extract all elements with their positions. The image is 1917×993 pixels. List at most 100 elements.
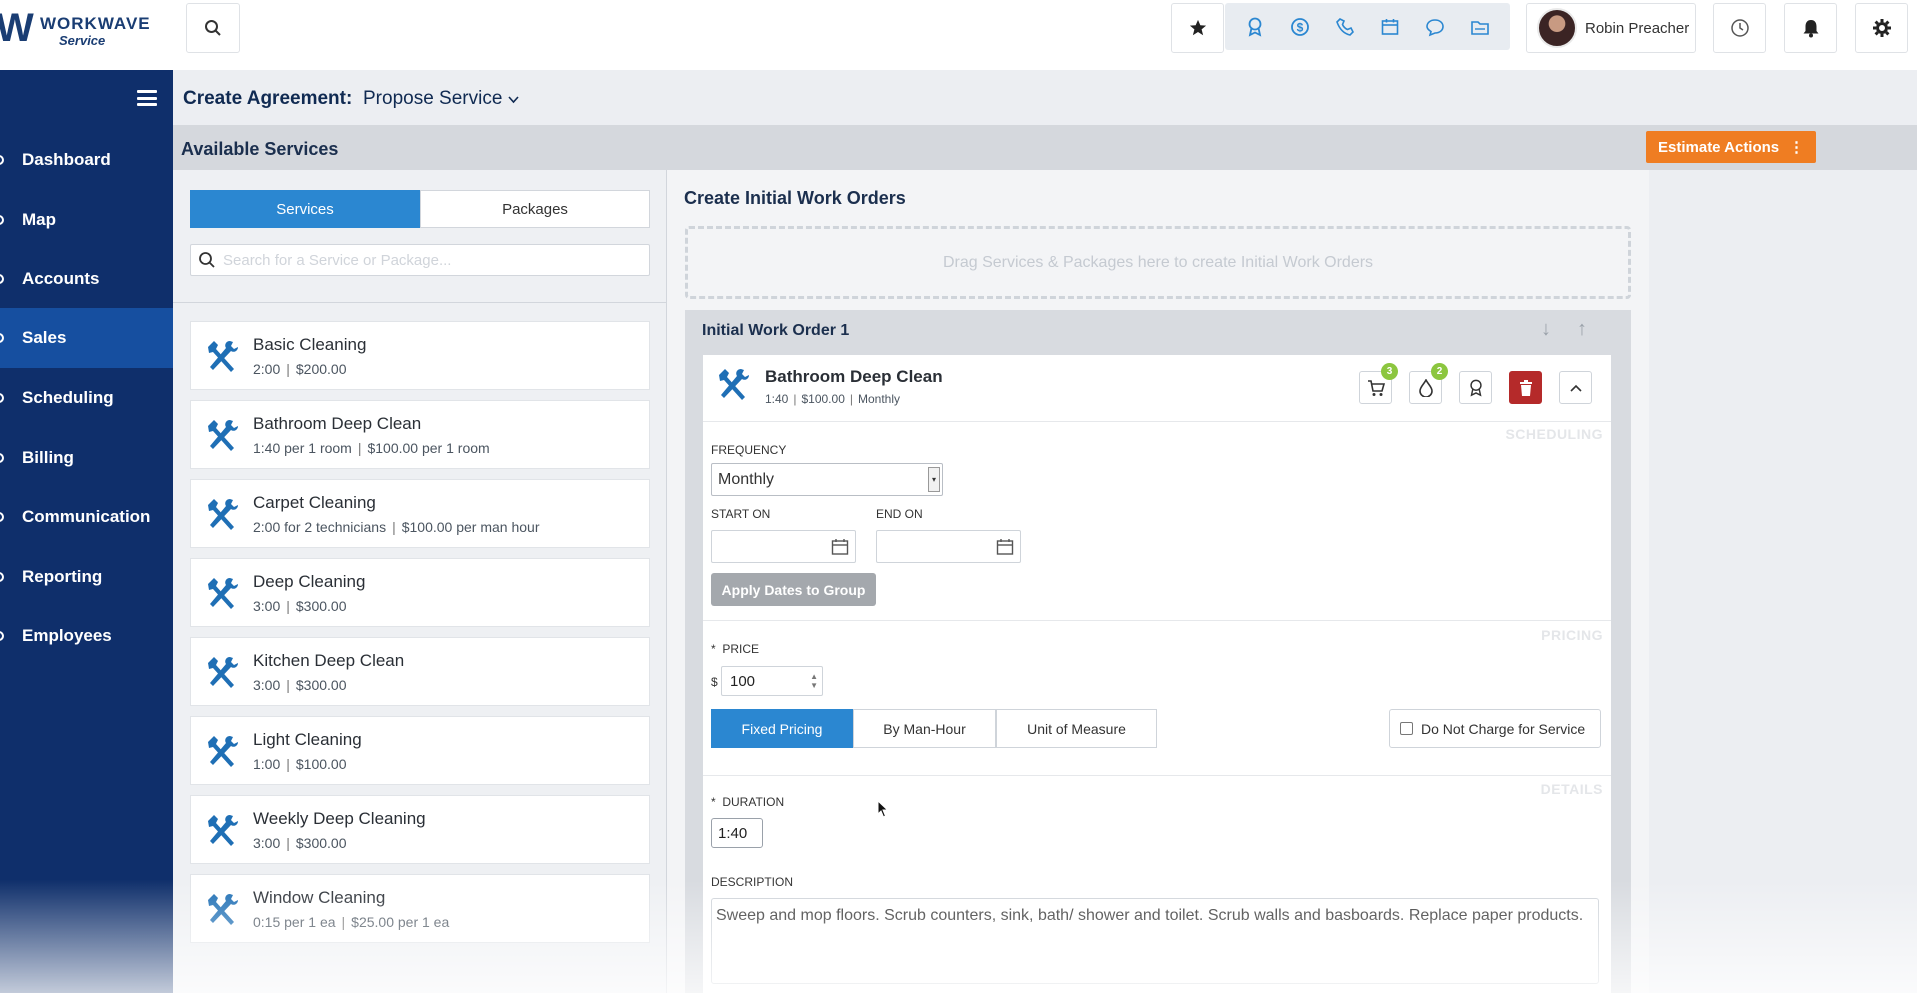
work-order-service-card: Bathroom Deep Clean 1:40 | $100.00 | Monthly… [703,355,1611,993]
tab-packages[interactable]: Packages [420,190,650,228]
divider [703,421,1611,422]
certification-button[interactable] [1459,371,1492,404]
pricing-type-toggle: Fixed Pricing By Man-Hour Unit of Measur… [711,709,1157,748]
available-services-panel: Services Packages Basic Cleaning 2:00|$20… [173,170,666,993]
price-value: 100 [730,673,756,690]
service-search-input[interactable] [223,249,643,271]
folder-icon[interactable] [1468,15,1492,39]
calendar-icon[interactable] [1378,15,1402,39]
reporting-icon [0,572,4,582]
service-meta: 1:40 per 1 room | $100.00 per 1 room [253,440,490,456]
tab-services[interactable]: Services [190,190,420,228]
tools-icon [208,736,238,767]
service-meta: 1:00 | $100.00 [253,756,347,772]
chat-icon[interactable] [1423,15,1447,39]
apply-dates-button[interactable]: Apply Dates to Group [711,573,876,606]
global-search-button[interactable] [186,3,240,53]
sidebar-item-accounts[interactable]: Accounts [0,249,173,309]
sidebar-item-map[interactable]: Map [0,190,173,250]
menu-toggle-icon[interactable] [137,90,157,106]
mouse-cursor-icon [877,800,889,818]
favorites-button[interactable] [1171,3,1224,53]
scheduling-icon [0,393,4,403]
work-order-service-meta: 1:40 | $100.00 | Monthly [765,392,901,406]
collapse-button[interactable] [1559,371,1592,404]
work-order-service-name: Bathroom Deep Clean [765,367,943,386]
divider [703,620,1611,621]
sidebar-item-label: Employees [22,626,112,645]
services-tabs: Services Packages [190,190,650,228]
award-icon[interactable] [1243,15,1267,39]
unit-of-measure-button[interactable]: Unit of Measure [996,709,1157,748]
divider [173,302,666,303]
service-card[interactable]: Bathroom Deep Clean 1:40 per 1 room | $100.… [190,400,650,469]
price-input[interactable]: 100 ▲ ▼ [721,666,823,696]
notifications-button[interactable] [1784,3,1837,53]
sidebar-item-sales[interactable]: Sales [0,308,173,368]
scheduling-section-label: SCHEDULING [1505,426,1603,442]
do-not-charge-checkbox[interactable]: Do Not Charge for Service [1389,709,1601,748]
sidebar-item-employees[interactable]: Employees [0,606,173,666]
calendar-icon [831,539,849,555]
service-card[interactable]: Basic Cleaning 2:00 | $200.00 [190,321,650,390]
end-date-input[interactable] [876,530,1021,563]
sidebar-item-reporting[interactable]: Reporting [0,547,173,607]
history-button[interactable] [1713,3,1766,53]
stepper-icon[interactable]: ▲ ▼ [810,672,818,690]
frequency-label: FREQUENCY [711,443,787,457]
materials-button[interactable]: 3 [1359,363,1398,404]
description-textarea[interactable]: Sweep and mop floors. Scrub counters, si… [711,898,1599,984]
work-orders-title: Create Initial Work Orders [684,188,906,208]
gear-icon [1872,19,1891,37]
chemicals-button[interactable]: 2 [1409,363,1448,404]
tools-icon [208,894,238,925]
more-vertical-icon: ⋮ [1789,139,1804,156]
delete-service-button[interactable] [1509,371,1542,404]
service-card[interactable]: Light Cleaning 1:00 | $100.00 [190,716,650,785]
service-search-field [190,244,650,276]
move-down-icon[interactable]: ↓ [1541,318,1551,341]
start-date-input[interactable] [711,530,856,563]
workwave-logo[interactable]: W WORKWAVE Service [0,6,170,52]
estimate-actions-label: Estimate Actions [1658,138,1780,156]
service-card[interactable]: Window Cleaning 0:15 per 1 ea | $25.00 per … [190,874,650,943]
phone-icon[interactable] [1333,15,1357,39]
sidebar-item-dashboard[interactable]: Dashboard [0,130,173,190]
avatar [1537,8,1577,48]
duration-input[interactable]: 1:40 [711,818,763,848]
dollar-icon[interactable]: $ [1288,15,1312,39]
service-card[interactable]: Kitchen Deep Clean 3:00 | $300.00 [190,637,650,706]
sidebar-item-scheduling[interactable]: Scheduling [0,368,173,428]
tools-icon [208,578,238,609]
chevron-down-icon [508,96,519,104]
settings-button[interactable] [1855,3,1908,53]
move-up-icon[interactable]: ↑ [1577,318,1587,341]
service-name: Carpet Cleaning [253,493,376,512]
service-card[interactable]: Carpet Cleaning 2:00 for 2 technicians | $1… [190,479,650,548]
work-order-title: Initial Work Order 1 [702,322,850,339]
frequency-select[interactable]: Monthly ▾ [711,463,943,496]
agreement-step-dropdown[interactable]: Propose Service [363,88,519,110]
do-not-charge-label: Do Not Charge for Service [1421,720,1586,737]
sidebar-item-communication[interactable]: Communication [0,487,173,547]
by-man-hour-button[interactable]: By Man-Hour [853,709,996,748]
cart-icon [1367,379,1385,396]
divider [703,775,1611,776]
clock-icon [1730,19,1749,37]
work-order-dropzone[interactable]: Drag Services & Packages here to create … [685,226,1631,299]
search-icon [205,20,221,36]
service-name: Deep Cleaning [253,572,366,591]
tools-icon [208,341,238,372]
available-services-title: Available Services [181,139,339,159]
fixed-pricing-button[interactable]: Fixed Pricing [711,709,853,748]
user-menu[interactable]: Robin Preacher [1526,3,1696,53]
billing-icon [0,453,4,463]
logo-mark: W [0,6,34,50]
sidebar-item-billing[interactable]: Billing [0,428,173,488]
breadcrumb: Create Agreement: Propose Service [173,70,1917,125]
estimate-actions-button[interactable]: Estimate Actions ⋮ [1646,131,1816,163]
select-caret-icon: ▾ [928,467,940,492]
service-card[interactable]: Weekly Deep Cleaning 3:00 | $300.00 [190,795,650,864]
service-card[interactable]: Deep Cleaning 3:00 | $300.00 [190,558,650,627]
available-services-bar: Available Services Estimate Actions ⋮ [173,125,1917,170]
